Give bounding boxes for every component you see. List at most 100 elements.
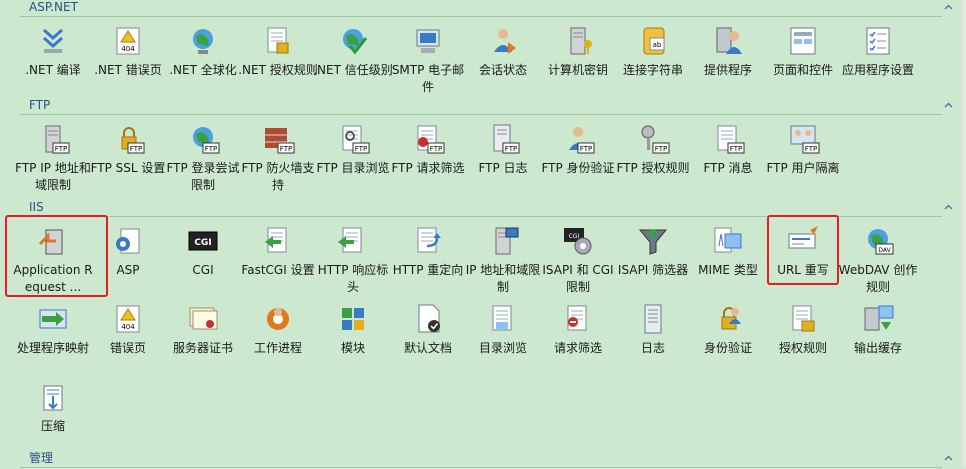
feature-item[interactable]: 请求筛选 [540, 298, 616, 378]
feature-item[interactable]: 应用程序设置 [840, 20, 916, 100]
svg-text:DAV: DAV [878, 247, 891, 254]
feature-item[interactable]: 工作进程 [240, 298, 316, 378]
feature-label: MIME 类型 [698, 263, 758, 277]
feature-item[interactable]: FTP FTP 防火墙支持 [240, 118, 316, 198]
feature-item[interactable]: ab 连接字符串 [615, 20, 691, 100]
pages-controls-icon [786, 24, 820, 58]
feature-item[interactable]: 服务器证书 [165, 298, 241, 378]
feature-item[interactable]: HTTP 响应标头 [315, 220, 391, 300]
feature-label: FTP 用户隔离 [766, 161, 840, 175]
trust-check-icon [336, 24, 370, 58]
feature-item[interactable]: FTP FTP 用户隔离 [765, 118, 841, 198]
feature-label: FTP SSL 设置 [90, 161, 166, 175]
feature-item[interactable]: FTP FTP 登录尝试限制 [165, 118, 241, 198]
download-arrows-icon [36, 24, 70, 58]
email-server-icon [411, 24, 445, 58]
ftp-ip-restrict-icon: FTP [36, 122, 70, 156]
request-filter-icon [561, 302, 595, 336]
isapi-cgi-icon: CGI [561, 224, 595, 258]
collapse-chevron-icon[interactable] [943, 453, 954, 464]
feature-item[interactable]: 处理程序映射 [15, 298, 91, 378]
modules-icon [336, 302, 370, 336]
providers-icon [711, 24, 745, 58]
feature-item[interactable]: FTP FTP 目录浏览 [315, 118, 391, 198]
mime-types-icon [711, 224, 745, 258]
feature-item[interactable]: 授权规则 [765, 298, 841, 378]
feature-item[interactable]: FTP FTP SSL 设置 [90, 118, 166, 198]
vertical-scrollbar[interactable] [962, 0, 966, 467]
feature-item[interactable]: ISAPI 筛选器 [615, 220, 691, 300]
collapse-chevron-icon[interactable] [943, 2, 954, 13]
feature-item[interactable]: 日志 [615, 298, 691, 378]
output-cache-icon [861, 302, 895, 336]
feature-label: 页面和控件 [772, 63, 833, 77]
feature-item[interactable]: HTTP 重定向 [390, 220, 466, 300]
feature-item[interactable]: FTP FTP 消息 [690, 118, 766, 198]
feature-item[interactable]: 目录浏览 [465, 298, 541, 378]
feature-grid-iis: Application Request ... ASP CGI CGI FastCGI … [0, 220, 966, 433]
collapse-chevron-icon[interactable] [943, 100, 954, 111]
feature-item[interactable]: FTP FTP 身份验证 [540, 118, 616, 198]
feature-item[interactable]: FTP FTP IP 地址和域限制 [15, 118, 91, 198]
ftp-firewall-icon: FTP [261, 122, 295, 156]
feature-item[interactable]: Application Request ... [13, 220, 93, 300]
feature-item[interactable]: 默认文档 [390, 298, 466, 378]
ftp-logon-globe-icon: FTP [186, 122, 220, 156]
lock-document-icon [261, 24, 295, 58]
feature-item[interactable]: IP 地址和域限制 [465, 220, 541, 300]
feature-label: URL 重写 [777, 263, 829, 277]
group-title: 管理 [29, 451, 54, 465]
feature-item[interactable]: URL 重写 [765, 220, 841, 300]
feature-item[interactable]: 提供程序 [690, 20, 766, 100]
feature-item[interactable]: FastCGI 设置 [240, 220, 316, 300]
feature-item[interactable]: 身份验证 [690, 298, 766, 378]
feature-item[interactable]: MIME 类型 [690, 220, 766, 300]
feature-label: ISAPI 和 CGI 限制 [542, 263, 614, 294]
feature-label: 默认文档 [403, 341, 452, 355]
group-title: FTP [29, 98, 51, 112]
feature-label: 日志 [640, 341, 665, 355]
group-divider [20, 16, 942, 17]
group-divider [20, 216, 942, 217]
collapse-chevron-icon[interactable] [943, 202, 954, 213]
feature-item[interactable]: 页面和控件 [765, 20, 841, 100]
svg-text:FTP: FTP [505, 145, 517, 153]
ftp-log-icon: FTP [486, 122, 520, 156]
feature-item[interactable]: 计算机密钥 [540, 20, 616, 100]
asp-gear-icon [111, 224, 145, 258]
feature-item[interactable]: FTP FTP 请求筛选 [390, 118, 466, 198]
svg-text:FTP: FTP [430, 145, 442, 153]
app-settings-icon [861, 24, 895, 58]
feature-label: 模块 [340, 341, 365, 355]
ftp-authz-key-icon: FTP [636, 122, 670, 156]
feature-item[interactable]: ASP [90, 220, 166, 300]
feature-label: FTP 请求筛选 [391, 161, 465, 175]
feature-item[interactable]: 模块 [315, 298, 391, 378]
feature-item[interactable]: 输出缓存 [840, 298, 916, 378]
feature-item[interactable]: DAV WebDAV 创作规则 [838, 220, 918, 300]
feature-item[interactable]: SMTP 电子邮件 [390, 20, 466, 100]
feature-item[interactable]: CGI ISAPI 和 CGI 限制 [540, 220, 616, 300]
feature-item[interactable]: 会话状态 [465, 20, 541, 100]
svg-text:CGI: CGI [194, 238, 211, 248]
url-rewrite-icon [786, 224, 820, 258]
feature-item[interactable]: CGI CGI [165, 220, 241, 300]
feature-item[interactable]: FTP FTP 日志 [465, 118, 541, 198]
svg-text:FTP: FTP [805, 145, 817, 153]
certificates-icon [186, 302, 220, 336]
feature-label: WebDAV 创作规则 [838, 263, 918, 294]
feature-label: 计算机密钥 [547, 63, 608, 77]
feature-item[interactable]: 压缩 [15, 376, 91, 456]
ftp-message-icon: FTP [711, 122, 745, 156]
feature-label: 处理程序映射 [16, 341, 89, 355]
feature-item[interactable]: 404 .NET 错误页 [90, 20, 166, 100]
feature-item[interactable]: .NET 信任级别 [313, 20, 393, 100]
feature-item[interactable]: .NET 授权规则 [238, 20, 318, 100]
feature-item[interactable]: .NET 全球化 [165, 20, 241, 100]
feature-item[interactable]: 404 错误页 [90, 298, 166, 378]
feature-label: HTTP 重定向 [392, 263, 464, 277]
feature-item[interactable]: .NET 编译 [15, 20, 91, 100]
authentication-icon [711, 302, 745, 336]
feature-label: 身份验证 [703, 341, 752, 355]
feature-item[interactable]: FTP FTP 授权规则 [615, 118, 691, 198]
